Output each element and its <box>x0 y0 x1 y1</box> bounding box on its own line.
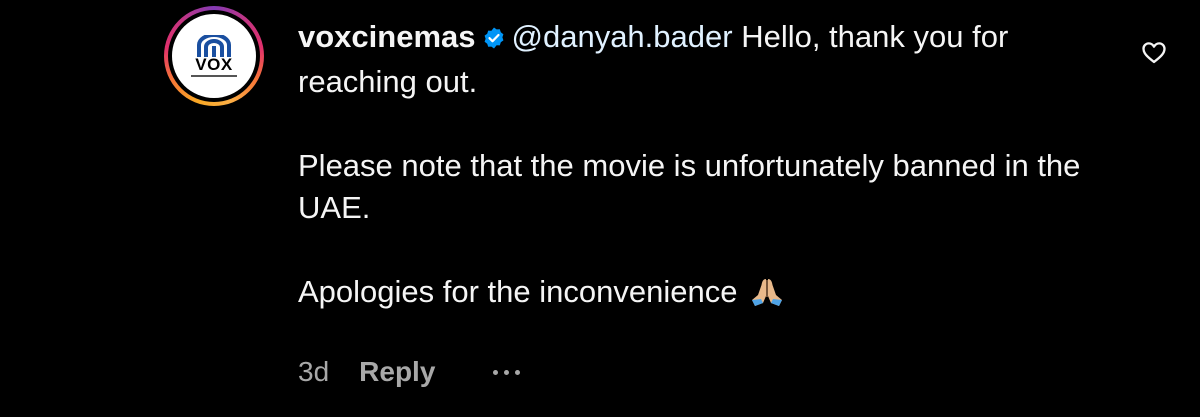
comment-meta: 3d Reply <box>298 352 521 392</box>
more-horizontal-icon[interactable] <box>493 369 521 375</box>
comment-paragraph-3: Apologies for the inconvenience <box>298 271 1098 319</box>
more-dot <box>493 369 499 375</box>
comment-paragraph-3-text: Apologies for the inconvenience <box>298 274 738 309</box>
logo-text: VOX <box>195 55 233 74</box>
avatar[interactable]: VOX <box>164 6 264 106</box>
arch-logo-icon <box>197 35 231 57</box>
avatar-ring-gap: VOX <box>168 10 260 102</box>
comment-paragraph-2: Please note that the movie is unfortunat… <box>298 148 1081 225</box>
username-link[interactable]: voxcinemas <box>298 19 476 54</box>
reply-button[interactable]: Reply <box>359 356 435 388</box>
heart-outline-icon[interactable] <box>1140 38 1168 66</box>
logo-underline <box>191 75 237 77</box>
verified-badge-icon <box>482 19 506 61</box>
more-dot <box>504 369 510 375</box>
comment-body: voxcinemas @danyah.bader Hello, thank you… <box>298 16 1098 319</box>
more-dot <box>515 369 521 375</box>
vox-logo: VOX <box>172 14 256 98</box>
folded-hands-icon <box>749 276 785 319</box>
mention-link[interactable]: @danyah.bader <box>512 19 733 54</box>
timestamp: 3d <box>298 356 330 387</box>
comment: VOX voxcinemas @danyah.bader Hello, thank… <box>0 0 1200 417</box>
